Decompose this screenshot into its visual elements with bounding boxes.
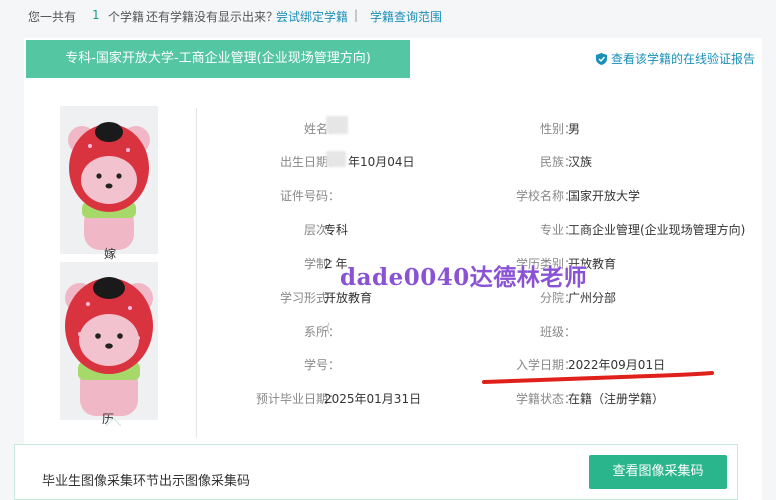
department-label: 系所： bbox=[303, 325, 340, 339]
gender-value: 男 bbox=[568, 122, 581, 136]
record-title-banner: 专科-国家开放大学-工商企业管理(企业现场管理方向) bbox=[26, 40, 410, 78]
watermark-text: dade0040达德林老师 bbox=[340, 264, 588, 291]
school-name-value: 国家开放大学 bbox=[568, 189, 641, 203]
divider bbox=[196, 108, 197, 438]
student-id-label: 学号： bbox=[303, 358, 340, 372]
separator: | bbox=[354, 8, 359, 22]
graduation-photo bbox=[60, 262, 158, 420]
photo-caption-1: 嫁 bbox=[103, 247, 116, 261]
verify-report-label: 查看该学籍的在线验证报告 bbox=[611, 52, 756, 66]
level-value: 专科 bbox=[324, 223, 349, 237]
birth-year-redacted bbox=[326, 151, 346, 167]
birthdate-value: 年10月04日 bbox=[348, 155, 415, 169]
school-name-label: 学校名称： bbox=[515, 189, 576, 203]
query-scope-link[interactable]: 学籍查询范围 bbox=[370, 8, 442, 25]
verify-report-link[interactable]: 查看该学籍的在线验证报告 bbox=[596, 50, 755, 68]
strawberry-bear-icon bbox=[65, 277, 153, 416]
shield-icon bbox=[596, 53, 607, 68]
summary-suffix: 个学籍 bbox=[108, 10, 145, 24]
summary-prefix: 您一共有 bbox=[28, 10, 77, 24]
id-number-label: 证件号码： bbox=[279, 189, 340, 203]
missing-question: 还有学籍没有显示出来？ bbox=[146, 10, 279, 24]
ethnicity-value: 汉族 bbox=[568, 155, 593, 169]
status-label: 学籍状态： bbox=[515, 392, 576, 406]
view-image-code-button[interactable]: 查看图像采集码 bbox=[589, 455, 727, 489]
department-value: ( bbox=[326, 321, 331, 335]
enrollment-photo bbox=[60, 106, 158, 254]
expected-graduation-value: 2025年01月31日 bbox=[324, 392, 422, 406]
bind-record-link[interactable]: 尝试绑定学籍 bbox=[276, 8, 348, 25]
class-label: 班级： bbox=[539, 325, 576, 339]
major-value: 工商企业管理(企业现场管理方向) bbox=[568, 223, 746, 237]
image-code-hint: 毕业生图像采集环节出示图像采集码 bbox=[42, 474, 251, 489]
name-value-redacted bbox=[326, 116, 348, 134]
strawberry-bear-icon bbox=[68, 122, 150, 250]
top-bar: 您一共有 1 个学籍 还有学籍没有显示出来？ 尝试绑定学籍 | 学籍查询范围 bbox=[0, 0, 776, 30]
red-underline bbox=[482, 371, 714, 384]
status-value: 在籍（注册学籍） bbox=[568, 392, 665, 406]
record-count: 1 bbox=[92, 8, 100, 22]
